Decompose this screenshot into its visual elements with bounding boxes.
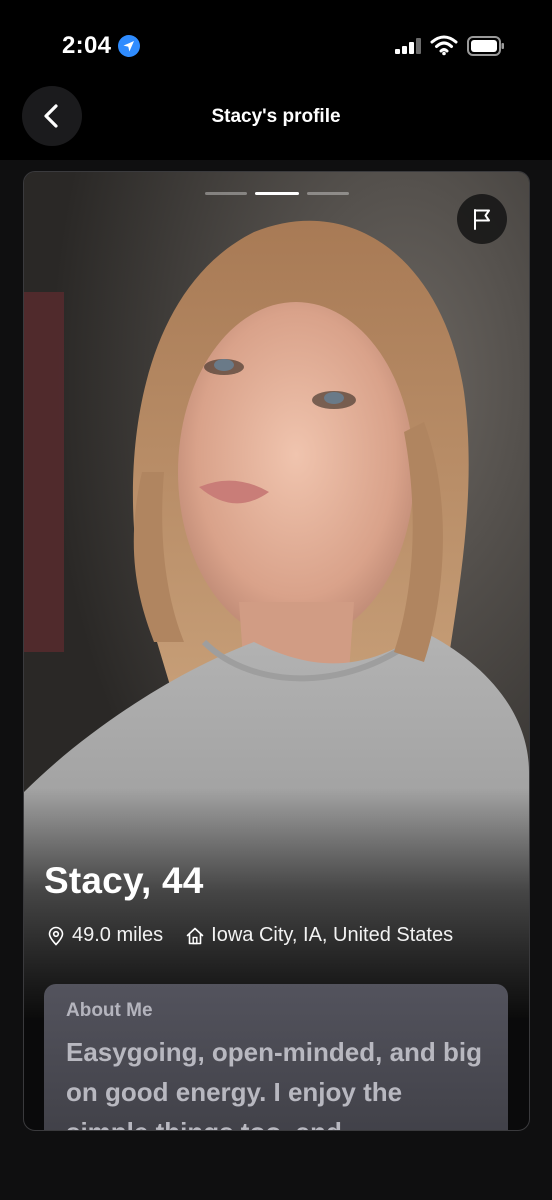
pager-indicator[interactable] — [306, 192, 349, 195]
flag-icon — [474, 209, 490, 230]
pager-indicator-active[interactable] — [254, 192, 299, 195]
distance-text: 49.0 miles — [72, 924, 164, 946]
cellular-signal-icon — [395, 38, 421, 54]
pager-indicator[interactable] — [204, 192, 247, 195]
report-profile-button[interactable] — [457, 194, 507, 244]
about-me-text: Easygoing, open-minded, and big on good … — [66, 1037, 483, 1130]
profile-name-age: Stacy, 44 — [44, 860, 204, 901]
location-info: Iowa City, IA, United States — [185, 924, 453, 947]
page-title: Stacy's profile — [211, 106, 341, 127]
navigation-bar: Stacy's profile — [0, 84, 552, 160]
profile-card[interactable]: Stacy, 44 49.0 miles Iowa City, IA, Unit… — [23, 171, 530, 1131]
about-me-card[interactable]: About Me Easygoing, open-minded, and big… — [44, 984, 508, 1130]
battery-icon — [467, 36, 504, 56]
wifi-icon — [430, 35, 458, 56]
about-me-label: About Me — [66, 1000, 153, 1021]
location-pin-icon — [48, 926, 64, 946]
distance-info: 49.0 miles — [46, 924, 163, 947]
location-arrow-icon — [118, 35, 140, 57]
profile-content[interactable]: Stacy, 44 49.0 miles Iowa City, IA, Unit… — [0, 160, 552, 1200]
status-time: 2:04 — [62, 32, 112, 59]
location-text: Iowa City, IA, United States — [211, 924, 454, 946]
photo-pager — [24, 192, 529, 195]
profile-meta: 49.0 miles Iowa City, IA, United States — [46, 924, 475, 947]
status-bar: 2:04 — [0, 0, 552, 84]
home-icon — [186, 927, 204, 944]
